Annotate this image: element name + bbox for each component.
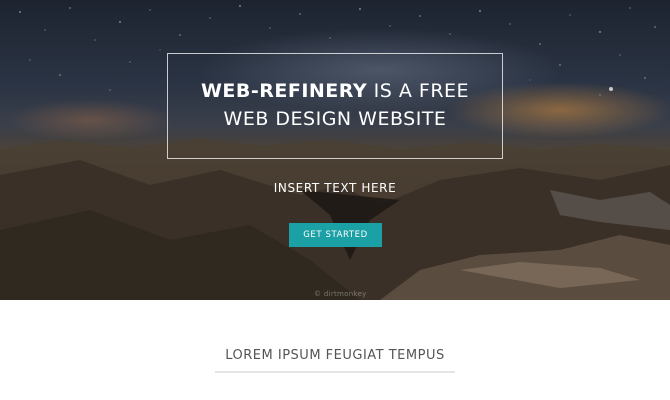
photo-credit-watermark: © dirtmonkey <box>314 290 367 298</box>
hero-title-line-2: WEB DESIGN WEBSITE <box>223 108 447 130</box>
heading-divider <box>215 371 455 373</box>
hero-title-box: WEB-REFINERY IS A FREE WEB DESIGN WEBSIT… <box>167 53 503 159</box>
hero-banner: WEB-REFINERY IS A FREE WEB DESIGN WEBSIT… <box>0 0 670 300</box>
section-heading: LOREM IPSUM FEUGIAT TEMPUS <box>225 348 445 363</box>
hero-title-rest: IS A FREE <box>367 80 470 102</box>
brand-name: WEB-REFINERY <box>200 80 368 102</box>
hero-title-line-1: WEB-REFINERY IS A FREE <box>168 80 502 102</box>
get-started-button[interactable]: GET STARTED <box>289 223 382 247</box>
hero-subtitle: INSERT TEXT HERE <box>273 181 397 195</box>
